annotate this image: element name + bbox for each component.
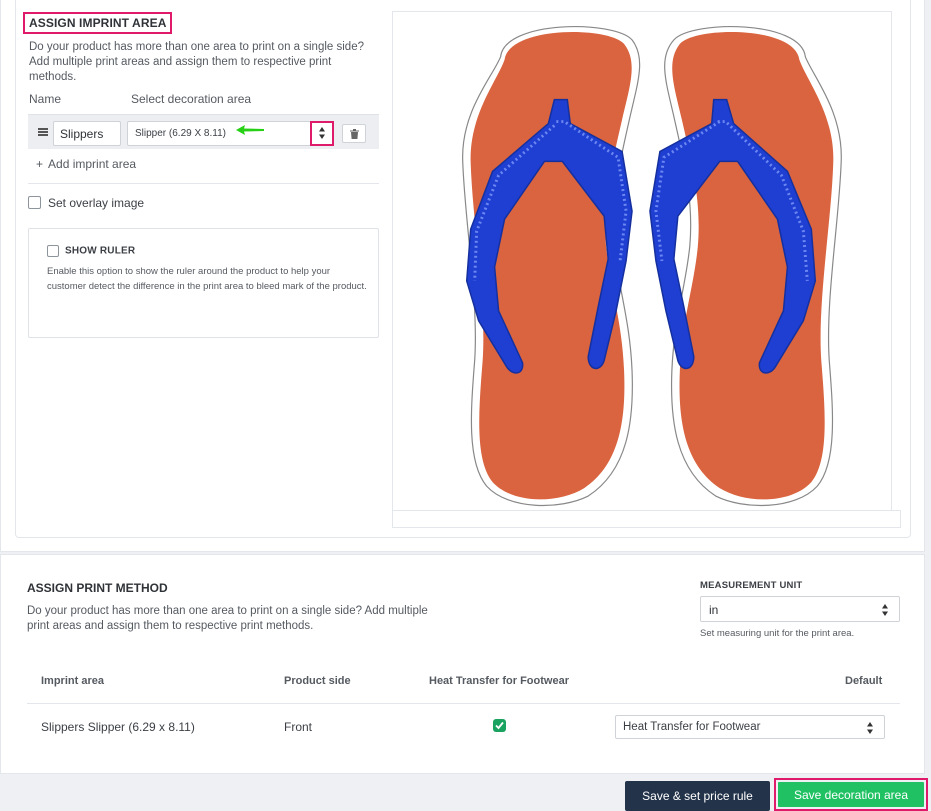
arrow-left-icon xyxy=(236,125,264,135)
updown-caret-icon xyxy=(867,722,873,734)
default-method-select[interactable]: Heat Transfer for Footwear xyxy=(615,715,885,739)
decoration-area-select[interactable]: Slipper (6.29 X 8.11) xyxy=(127,121,311,146)
header-print-method: Heat Transfer for Footwear xyxy=(429,675,569,687)
table-header-divider xyxy=(27,703,900,704)
updown-caret-icon xyxy=(319,127,325,139)
row-product-side: Front xyxy=(284,720,313,734)
ruler-panel: SHOW RULER Enable this option to show th… xyxy=(28,228,379,338)
row-imprint-area: Slippers Slipper (6.29 x 8.11) xyxy=(41,720,195,734)
add-imprint-label: Add imprint area xyxy=(48,157,137,171)
show-ruler-checkbox[interactable] xyxy=(47,245,59,257)
ruler-title: SHOW RULER xyxy=(65,245,136,257)
imprint-row: Slipper (6.29 X 8.11) xyxy=(28,114,379,149)
header-imprint-area: Imprint area xyxy=(41,675,104,687)
print-method-checkbox[interactable] xyxy=(493,719,506,732)
imprint-name-input[interactable] xyxy=(53,121,121,146)
imprint-intro: Do your product has more than one area t… xyxy=(29,41,364,83)
plus-icon: + xyxy=(36,157,44,171)
column-decoration-label: Select decoration area xyxy=(131,92,252,106)
overlay-label: Set overlay image xyxy=(48,195,145,210)
measurement-unit-help: Set measuring unit for the print area. xyxy=(700,628,855,639)
updown-caret-icon xyxy=(882,604,888,616)
print-method-panel: ASSIGN PRINT METHOD Do your product has … xyxy=(0,554,925,774)
check-icon xyxy=(495,721,504,730)
overlay-checkbox[interactable] xyxy=(28,196,41,210)
add-imprint-area-link[interactable]: + Add imprint area xyxy=(36,157,136,171)
decoration-select-arrow[interactable] xyxy=(310,121,334,146)
column-name-label: Name xyxy=(29,92,62,106)
flip-flops-image xyxy=(462,25,842,507)
save-price-rule-button[interactable]: Save & set price rule xyxy=(625,781,770,811)
save-decoration-area-button[interactable]: Save decoration area xyxy=(778,782,924,807)
drag-handle-icon[interactable] xyxy=(38,128,48,136)
default-method-value: Heat Transfer for Footwear xyxy=(623,721,761,733)
ruler-description: Enable this option to show the ruler aro… xyxy=(47,266,367,292)
print-method-desc: Do your product has more than one area t… xyxy=(27,605,428,632)
imprint-title: ASSIGN IMPRINT AREA xyxy=(23,12,173,34)
measurement-unit-select[interactable]: in xyxy=(700,596,900,622)
preview-toolbar xyxy=(392,510,901,528)
trash-icon xyxy=(350,129,359,139)
product-preview[interactable] xyxy=(392,11,892,511)
save-area-highlight: Save decoration area xyxy=(774,778,928,811)
header-product-side: Product side xyxy=(284,675,351,687)
measurement-unit-value: in xyxy=(709,603,719,617)
delete-imprint-button[interactable] xyxy=(342,124,366,143)
decoration-area-value: Slipper (6.29 X 8.11) xyxy=(135,128,226,139)
print-method-title: ASSIGN PRINT METHOD xyxy=(27,581,168,595)
overlay-option: Set overlay image xyxy=(28,195,144,210)
header-default: Default xyxy=(845,675,883,687)
ruler-heading: SHOW RULER xyxy=(47,245,135,257)
divider xyxy=(28,183,379,184)
measurement-unit-label: MEASUREMENT UNIT xyxy=(700,580,803,591)
